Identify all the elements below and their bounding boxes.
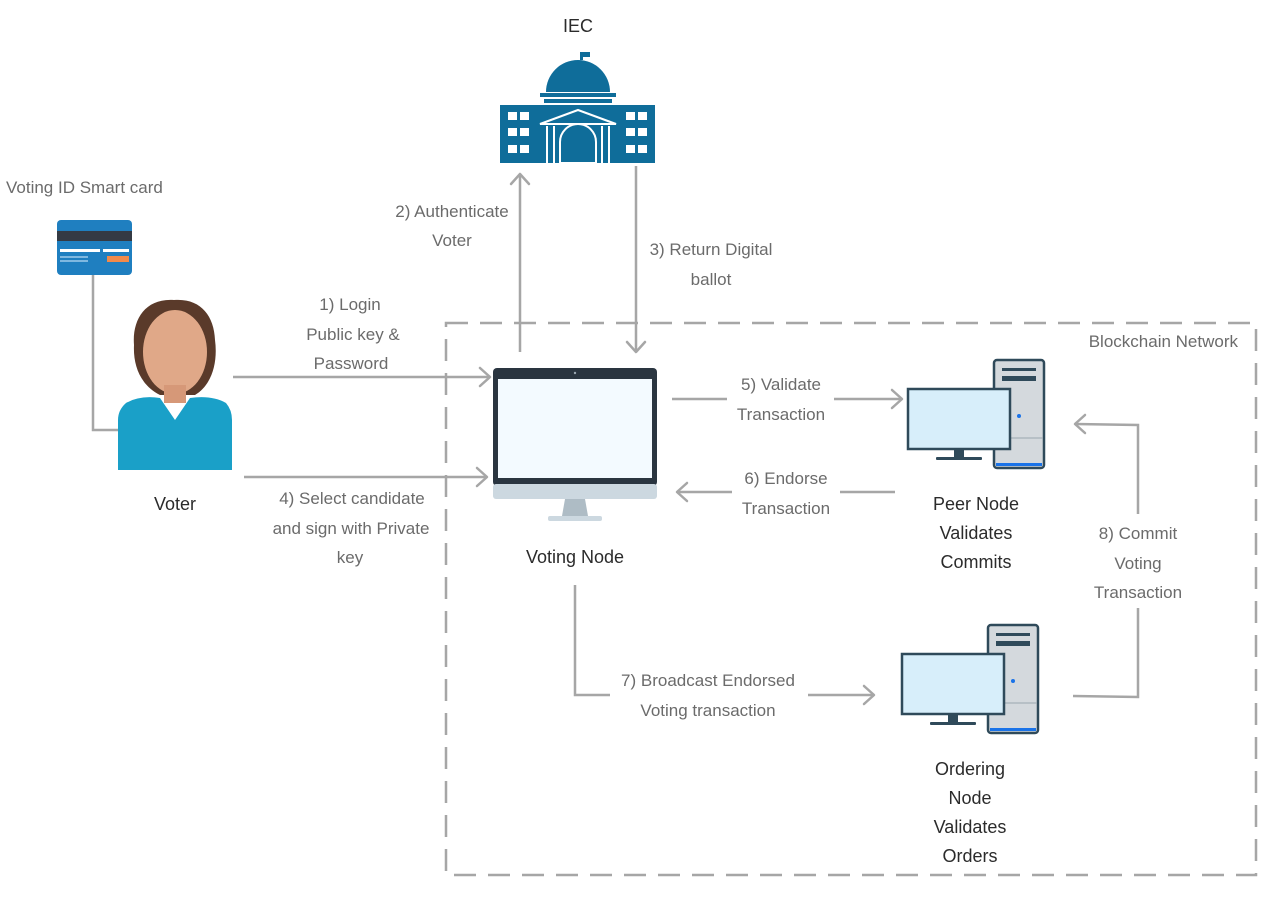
person-avatar-icon [118, 299, 232, 470]
desktop-monitor-icon [493, 368, 657, 521]
blockchain-network-label: Blockchain Network [1089, 332, 1239, 351]
step-4-label-line-3: key [337, 548, 364, 567]
step-1-label-line-1: 1) Login [319, 295, 380, 314]
ordering-node-label-line-4: Orders [942, 846, 997, 866]
step-2-arrow [509, 172, 531, 352]
step-8-label-line-3: Transaction [1094, 583, 1182, 602]
step-6-label-line-2: Transaction [742, 499, 830, 518]
step-5-label-line-1: 5) Validate [741, 375, 821, 394]
step-4-arrow [244, 466, 489, 488]
credit-card-icon [57, 220, 132, 275]
diagram-canvas: Blockchain Network IEC Voting ID Smart c… [6, 16, 1258, 877]
desktop-computer-icon [906, 358, 1046, 470]
voter-label: Voter [154, 494, 196, 514]
ordering-node-label-line-2: Node [948, 788, 991, 808]
step-6-label-line-1: 6) Endorse [744, 469, 827, 488]
step-3-label-line-2: ballot [691, 270, 732, 289]
peer-node-label-line-2: Validates [940, 523, 1013, 543]
step-2-label-line-2: Voter [432, 231, 472, 250]
step-5-label-line-2: Transaction [737, 405, 825, 424]
step-3-label-line-1: 3) Return Digital [650, 240, 773, 259]
ordering-node-label-line-1: Ordering [935, 759, 1005, 779]
desktop-computer-icon [900, 623, 1040, 735]
peer-node-label-line-1: Peer Node [933, 494, 1019, 514]
peer-node-label-line-3: Commits [941, 552, 1012, 572]
step-4-label-line-2: and sign with Private [273, 519, 430, 538]
step-8-label-line-1: 8) Commit [1099, 524, 1178, 543]
voting-node-label: Voting Node [526, 547, 624, 567]
step-2-label-line-1: 2) Authenticate [395, 202, 508, 221]
step-1-label-line-2: Public key & [306, 325, 400, 344]
step-7-label-line-2: Voting transaction [640, 701, 775, 720]
card-voter-connector [91, 275, 120, 432]
step-4-label-line-1: 4) Select candidate [279, 489, 425, 508]
step-7-label-line-1: 7) Broadcast Endorsed [621, 671, 795, 690]
ordering-node-label-line-3: Validates [934, 817, 1007, 837]
government-building-icon [500, 52, 655, 164]
iec-label: IEC [563, 16, 593, 36]
step-1-label-line-3: Password [314, 354, 389, 373]
smart-card-label: Voting ID Smart card [6, 178, 163, 197]
step-8-label-line-2: Voting [1114, 554, 1161, 573]
